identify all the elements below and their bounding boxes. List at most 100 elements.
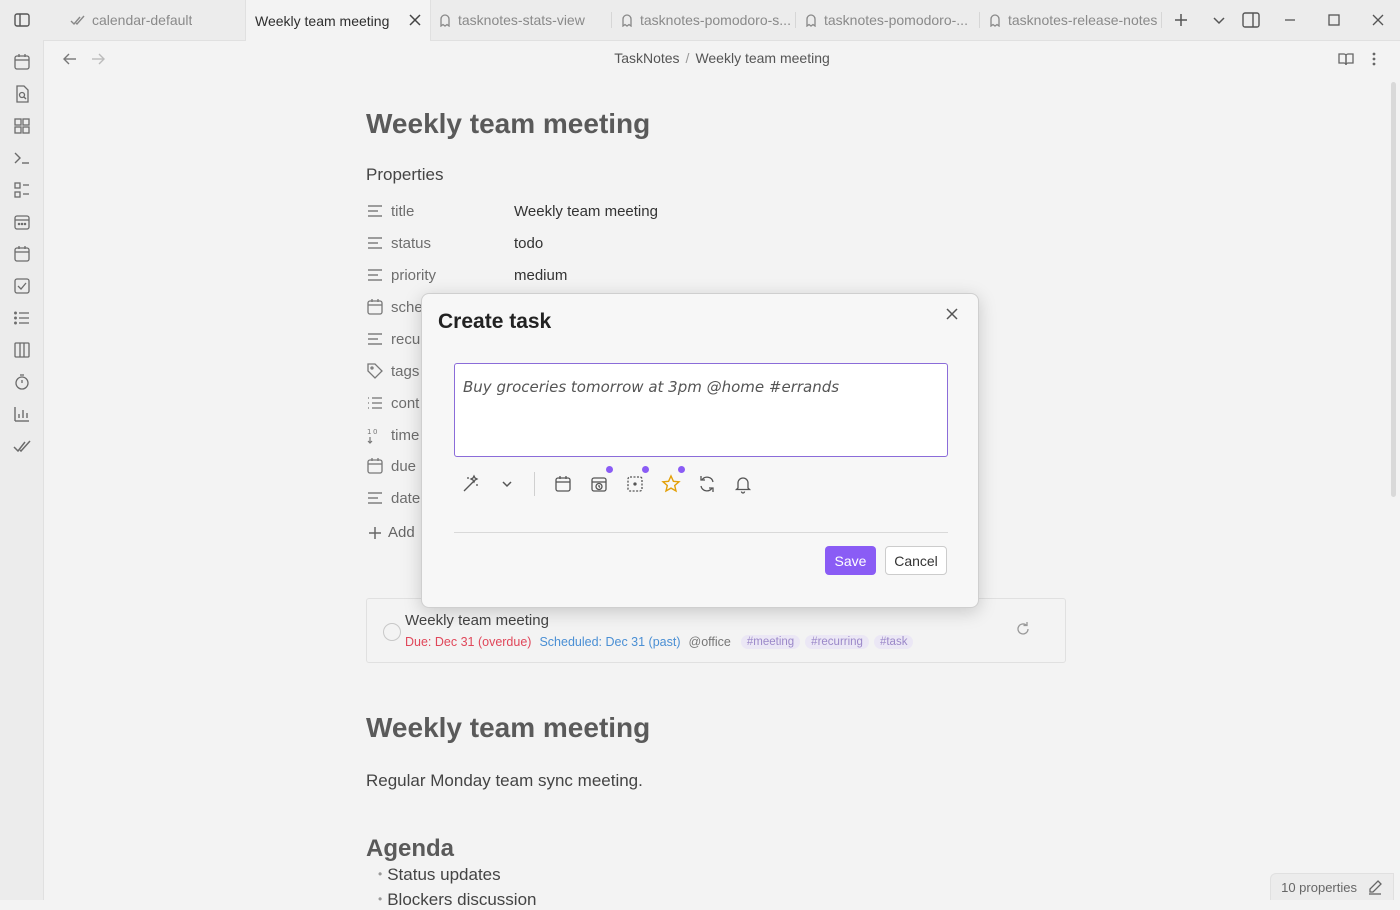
properties-count[interactable]: 10 properties bbox=[1281, 880, 1357, 895]
task-tag[interactable]: #meeting bbox=[740, 635, 801, 649]
tab-weekly-team-meeting[interactable]: Weekly team meeting bbox=[245, 0, 431, 41]
task-title[interactable]: Weekly team meeting bbox=[405, 612, 549, 629]
text-icon bbox=[366, 202, 384, 220]
task-due-date[interactable]: Due: Dec 31 (overdue) bbox=[405, 635, 531, 649]
scheduled-calendar-clock-icon[interactable] bbox=[589, 466, 613, 494]
tab-separator bbox=[795, 12, 796, 28]
calendar-icon[interactable] bbox=[12, 52, 32, 72]
add-property-button[interactable]: Add bbox=[368, 524, 415, 541]
properties-heading[interactable]: Properties bbox=[366, 165, 443, 185]
priority-star-icon[interactable] bbox=[661, 466, 685, 494]
property-value[interactable]: todo bbox=[514, 235, 543, 252]
list-icon bbox=[366, 394, 384, 412]
calendar-icon bbox=[366, 457, 384, 475]
ghost-icon bbox=[438, 13, 452, 27]
ghost-icon bbox=[620, 13, 634, 27]
task-meta: Due: Dec 31 (overdue) Scheduled: Dec 31 … bbox=[405, 635, 918, 649]
property-value[interactable]: Weekly team meeting bbox=[514, 203, 658, 220]
tab-calendar-default[interactable]: calendar-default bbox=[64, 0, 242, 40]
tab-tasknotes-pomodoro[interactable]: tasknotes-pomodoro-... bbox=[798, 0, 976, 40]
svg-text:0: 0 bbox=[373, 428, 377, 436]
tab-tasknotes-stats-view[interactable]: tasknotes-stats-view bbox=[432, 0, 608, 40]
property-row-priority[interactable]: priority medium bbox=[366, 261, 567, 289]
close-tab-icon[interactable] bbox=[408, 13, 422, 27]
cancel-button[interactable]: Cancel bbox=[885, 546, 947, 575]
number-icon: 10 bbox=[366, 426, 384, 444]
breadcrumb-separator: / bbox=[685, 50, 690, 66]
checkbox-icon[interactable] bbox=[12, 276, 32, 296]
chevron-down-icon[interactable] bbox=[497, 474, 517, 494]
terminal-icon[interactable] bbox=[12, 148, 32, 168]
ghost-icon bbox=[988, 13, 1002, 27]
reminder-bell-icon[interactable] bbox=[733, 474, 753, 494]
toolbar-divider bbox=[534, 472, 535, 496]
grid-icon[interactable] bbox=[12, 116, 32, 136]
check-double-icon[interactable] bbox=[12, 436, 32, 456]
active-indicator-dot bbox=[606, 466, 613, 473]
minimize-icon[interactable] bbox=[1280, 10, 1300, 30]
recurring-icon[interactable] bbox=[1015, 621, 1033, 639]
left-ribbon bbox=[0, 40, 44, 900]
content-heading: Weekly team meeting bbox=[366, 712, 651, 743]
tag-icon bbox=[366, 362, 384, 380]
svg-text:1: 1 bbox=[367, 428, 371, 436]
recurrence-refresh-icon[interactable] bbox=[697, 474, 717, 494]
active-indicator-dot bbox=[642, 466, 649, 473]
property-value[interactable]: medium bbox=[514, 267, 567, 284]
breadcrumb-folder[interactable]: TaskNotes bbox=[614, 50, 679, 66]
close-icon[interactable] bbox=[942, 304, 962, 324]
task-checkbox[interactable] bbox=[383, 623, 401, 641]
text-icon bbox=[366, 489, 384, 507]
active-indicator-dot bbox=[678, 466, 685, 473]
tab-list-chevron-icon[interactable] bbox=[1209, 10, 1229, 30]
tab-separator bbox=[979, 12, 980, 28]
add-property-label: Add bbox=[388, 524, 415, 541]
task-scheduled-date[interactable]: Scheduled: Dec 31 (past) bbox=[539, 635, 680, 649]
status-circle-icon[interactable] bbox=[625, 466, 649, 494]
pencil-icon[interactable] bbox=[1367, 879, 1383, 895]
due-date-calendar-icon[interactable] bbox=[553, 474, 573, 494]
modal-title: Create task bbox=[438, 310, 552, 333]
tab-separator bbox=[1161, 12, 1162, 28]
more-options-icon[interactable] bbox=[1366, 50, 1382, 68]
calendar-grid-icon[interactable] bbox=[12, 212, 32, 232]
save-button[interactable]: Save bbox=[825, 546, 876, 575]
tab-label: tasknotes-pomodoro-s... bbox=[640, 12, 791, 28]
plus-icon bbox=[368, 526, 382, 540]
tab-bar: calendar-default Weekly team meeting tas… bbox=[0, 0, 1400, 41]
kanban-icon[interactable] bbox=[12, 340, 32, 360]
property-row-status[interactable]: status todo bbox=[366, 229, 543, 257]
close-window-icon[interactable] bbox=[1368, 10, 1388, 30]
task-context[interactable]: @office bbox=[689, 635, 731, 649]
task-tag[interactable]: #task bbox=[873, 635, 914, 649]
breadcrumb-file[interactable]: Weekly team meeting bbox=[695, 50, 829, 66]
magic-wand-icon[interactable] bbox=[461, 474, 481, 494]
view-header: TaskNotes / Weekly team meeting bbox=[44, 40, 1400, 78]
status-bar: 10 properties bbox=[1270, 873, 1394, 900]
property-row-title[interactable]: title Weekly team meeting bbox=[366, 197, 658, 225]
bar-chart-icon[interactable] bbox=[12, 404, 32, 424]
tab-label: tasknotes-pomodoro-... bbox=[824, 12, 968, 28]
tab-label: Weekly team meeting bbox=[255, 12, 390, 29]
ghost-icon bbox=[804, 13, 818, 27]
calendar-icon[interactable] bbox=[12, 244, 32, 264]
note-description: Regular Monday team sync meeting. bbox=[366, 771, 643, 790]
reading-view-icon[interactable] bbox=[1337, 50, 1355, 68]
scrollbar[interactable] bbox=[1391, 82, 1396, 497]
tab-label: tasknotes-stats-view bbox=[458, 12, 585, 28]
timer-icon[interactable] bbox=[12, 372, 32, 392]
task-tag[interactable]: #recurring bbox=[805, 635, 869, 649]
create-task-modal: Create task Save Cancel bbox=[421, 293, 979, 608]
tab-tasknotes-pomodoro-s[interactable]: tasknotes-pomodoro-s... bbox=[614, 0, 792, 40]
list-icon[interactable] bbox=[12, 308, 32, 328]
file-search-icon[interactable] bbox=[12, 84, 32, 104]
list-item: Status updates bbox=[378, 865, 500, 885]
text-icon bbox=[366, 234, 384, 252]
sidebar-toggle-icon[interactable] bbox=[12, 10, 32, 30]
new-tab-icon[interactable] bbox=[1171, 10, 1191, 30]
right-sidebar-toggle-icon[interactable] bbox=[1241, 10, 1261, 30]
list-checks-icon[interactable] bbox=[12, 180, 32, 200]
natural-language-input[interactable] bbox=[454, 363, 948, 457]
tab-tasknotes-release-notes[interactable]: tasknotes-release-notes bbox=[982, 0, 1160, 40]
maximize-icon[interactable] bbox=[1324, 10, 1344, 30]
